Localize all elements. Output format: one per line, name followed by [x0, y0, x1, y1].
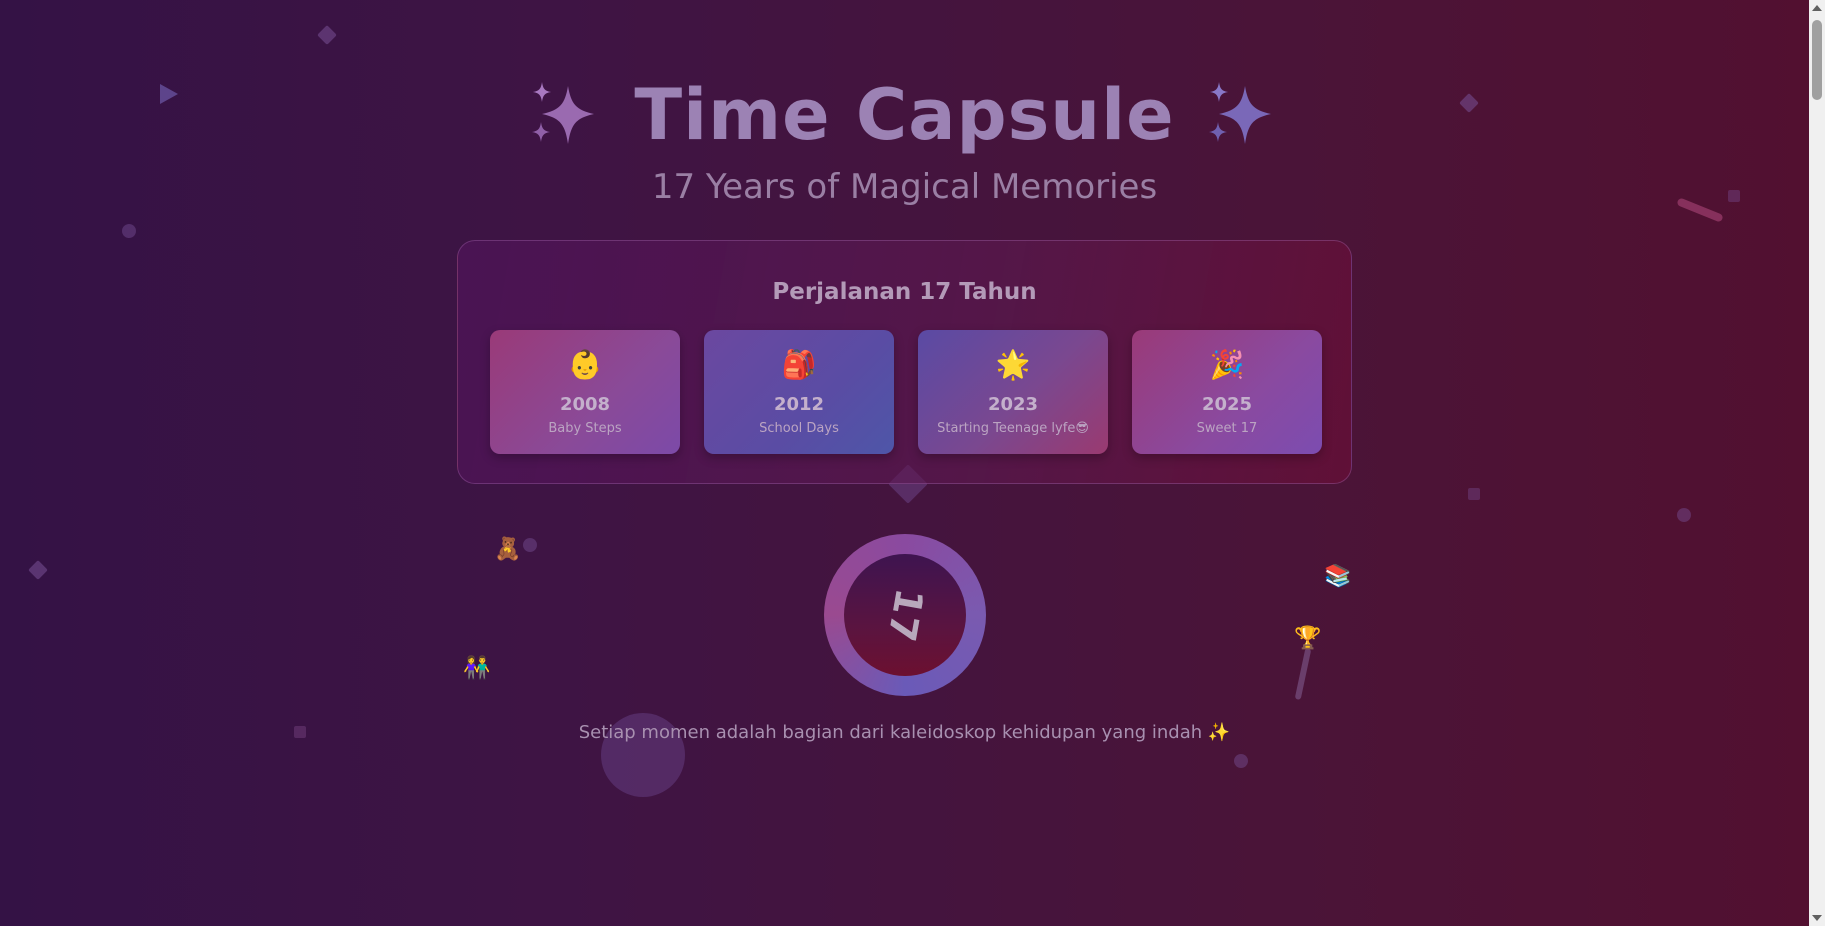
particle	[1677, 508, 1691, 522]
journey-title: Perjalanan 17 Tahun	[772, 279, 1037, 305]
scrollbar-thumb[interactable]	[1812, 20, 1822, 100]
friends-icon: 👫	[463, 656, 491, 681]
age-ring-inner: 17	[844, 554, 966, 676]
milestone-card[interactable]: 🌟 2023 Starting Teenage lyfe😎	[918, 330, 1108, 454]
sparkles-icon	[1208, 82, 1271, 144]
page: Time Capsule 17 Years of Magical Memorie…	[0, 0, 1809, 926]
particle	[1468, 488, 1480, 500]
milestone-card[interactable]: 👶 2008 Baby Steps	[490, 330, 680, 454]
particle	[317, 25, 337, 45]
quote-text: Setiap momen adalah bagian dari kaleidos…	[578, 722, 1231, 743]
milestone-year: 2023	[987, 394, 1039, 415]
journey-cards: 👶 2008 Baby Steps 🎒 2012 School Days 🌟 2…	[490, 330, 1322, 454]
party-popper-icon: 🎉	[1209, 348, 1245, 381]
title-row: Time Capsule	[0, 80, 1809, 150]
milestone-year: 2008	[559, 394, 611, 415]
milestone-label: School Days	[759, 421, 839, 436]
page-title: Time Capsule	[634, 74, 1175, 156]
milestone-label: Sweet 17	[1196, 421, 1258, 436]
milestone-label: Starting Teenage lyfe😎	[937, 421, 1089, 436]
backpack-icon: 🎒	[781, 348, 817, 381]
journey-panel: Perjalanan 17 Tahun 👶 2008 Baby Steps 🎒 …	[457, 240, 1352, 484]
books-icon: 📚	[1324, 564, 1352, 589]
baby-icon: 👶	[567, 348, 603, 381]
milestone-label: Baby Steps	[548, 421, 622, 436]
particle	[28, 560, 48, 580]
trophy-icon: 🏆	[1294, 626, 1322, 651]
particle	[1234, 754, 1248, 768]
sparkles-icon	[532, 82, 595, 144]
particle	[523, 538, 537, 552]
milestone-year: 2025	[1201, 394, 1253, 415]
star-icon: 🌟	[995, 348, 1031, 381]
milestone-card[interactable]: 🎒 2012 School Days	[704, 330, 894, 454]
milestone-card[interactable]: 🎉 2025 Sweet 17	[1132, 330, 1322, 454]
teddy-bear-icon: 🧸	[494, 537, 522, 562]
age-number: 17	[878, 585, 932, 645]
age-ring[interactable]: 17	[824, 534, 986, 696]
header: Time Capsule 17 Years of Magical Memorie…	[0, 80, 1809, 204]
particle	[1294, 647, 1312, 701]
particle	[122, 224, 136, 238]
page-subtitle: 17 Years of Magical Memories	[651, 167, 1158, 207]
scroll-down-arrow-icon[interactable]	[1812, 915, 1822, 921]
milestone-year: 2012	[773, 394, 825, 415]
scroll-up-arrow-icon[interactable]	[1812, 5, 1822, 11]
scrollbar[interactable]	[1809, 0, 1825, 926]
